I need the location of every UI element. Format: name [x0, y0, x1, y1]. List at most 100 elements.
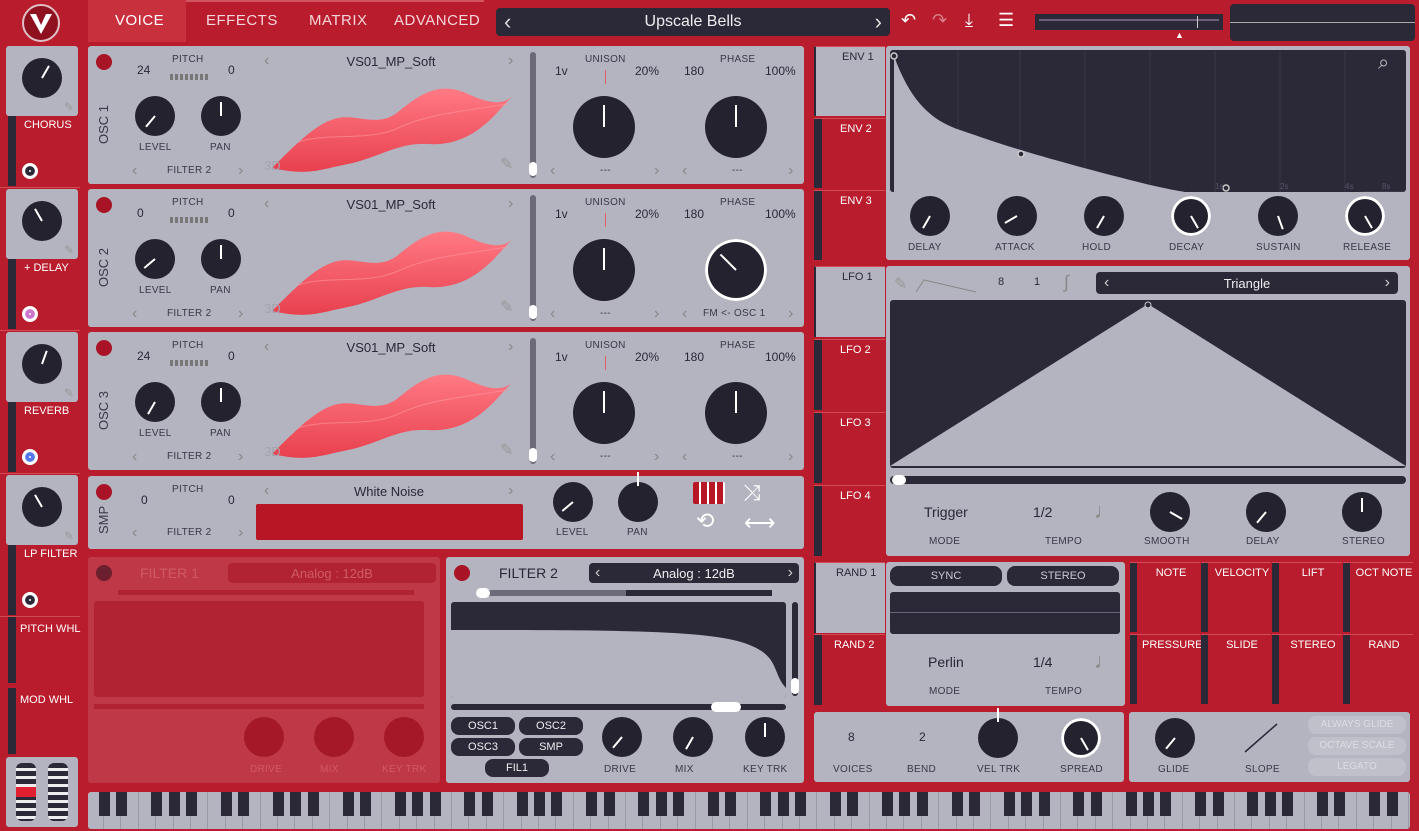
- wavetable-name[interactable]: VS01_MP_Soft: [264, 54, 518, 69]
- slope-curve[interactable]: [1243, 722, 1279, 754]
- lfo-tab-1[interactable]: LFO 1: [814, 266, 885, 337]
- view-3d-label[interactable]: 3D: [264, 444, 281, 459]
- osc-level-slider[interactable]: [530, 338, 536, 464]
- black-key[interactable]: [342, 792, 354, 816]
- rand-stereo-button[interactable]: STEREO: [1007, 566, 1119, 586]
- fx-amount-knob-3[interactable]: [22, 487, 62, 527]
- pitch-coarse[interactable]: 24: [137, 349, 150, 363]
- fx-label-5[interactable]: MOD WHL: [20, 694, 73, 706]
- pitch-fine[interactable]: 0: [228, 206, 235, 220]
- spread-knob[interactable]: [1061, 718, 1101, 758]
- smp-pitch-fine[interactable]: 0: [228, 493, 235, 507]
- smp-enable-toggle[interactable]: [96, 484, 112, 500]
- fx-amount-knob-1[interactable]: [22, 201, 62, 241]
- mod-source-velocity[interactable]: VELOCITY: [1201, 562, 1271, 632]
- filter2-source-osc2[interactable]: OSC2: [519, 717, 583, 735]
- unison-knob[interactable]: [573, 239, 635, 301]
- env-sustain-knob[interactable]: [1258, 196, 1298, 236]
- fx-label-0[interactable]: CHORUS: [24, 119, 72, 131]
- osc-level-slider[interactable]: [530, 195, 536, 321]
- pencil-icon[interactable]: ✎: [64, 243, 74, 257]
- always-glide-button[interactable]: ALWAYS GLIDE: [1308, 716, 1406, 734]
- octave-scale-button[interactable]: OCTAVE SCALE: [1308, 737, 1406, 755]
- black-key[interactable]: [273, 792, 284, 816]
- black-key[interactable]: [412, 792, 424, 816]
- black-key[interactable]: [99, 792, 110, 816]
- phase-random[interactable]: 100%: [765, 64, 796, 78]
- black-key[interactable]: [777, 792, 789, 816]
- fx-label-1[interactable]: + DELAY: [24, 262, 69, 274]
- black-key[interactable]: [1003, 792, 1015, 816]
- lfo-delay-knob[interactable]: [1246, 492, 1286, 532]
- rand-mode-value[interactable]: Perlin: [928, 654, 964, 670]
- black-key[interactable]: [969, 792, 980, 816]
- filter2-drive-knob[interactable]: [602, 717, 642, 757]
- fx-amount-knob-0[interactable]: [22, 58, 62, 98]
- black-key[interactable]: [673, 792, 685, 816]
- preset-selector[interactable]: ‹ Upscale Bells ›: [496, 8, 890, 36]
- pitch-wheel[interactable]: [6, 757, 78, 827]
- bounce-icon[interactable]: ⟷: [744, 512, 776, 534]
- logo[interactable]: [22, 4, 60, 42]
- black-key[interactable]: [220, 792, 232, 816]
- phase-value[interactable]: 180: [684, 350, 704, 364]
- menu-icon[interactable]: ☰: [998, 10, 1014, 31]
- black-key[interactable]: [151, 792, 163, 816]
- black-key[interactable]: [1282, 792, 1294, 816]
- vel-trk-knob[interactable]: [978, 708, 1018, 758]
- osc-enable-toggle[interactable]: [96, 54, 112, 70]
- smp-level-knob[interactable]: [553, 482, 593, 522]
- black-key[interactable]: [1021, 792, 1033, 816]
- env-tab-3[interactable]: ENV 3: [814, 190, 885, 260]
- volume-meter[interactable]: [1035, 14, 1223, 30]
- black-key[interactable]: [760, 792, 772, 816]
- lfo-phase-slider[interactable]: [890, 475, 1406, 485]
- pencil-icon[interactable]: ✎: [64, 529, 74, 543]
- black-key[interactable]: [1195, 792, 1207, 816]
- wavetable-3d-view[interactable]: [268, 358, 518, 458]
- level-knob[interactable]: [135, 382, 175, 422]
- lfo-stereo-knob[interactable]: [1342, 492, 1382, 532]
- lfo-mode-value[interactable]: Trigger: [924, 504, 968, 520]
- phase-mod-source[interactable]: ---: [732, 165, 743, 176]
- pan-knob[interactable]: [201, 96, 241, 136]
- black-key[interactable]: [360, 792, 371, 816]
- black-key[interactable]: [516, 792, 528, 816]
- filter1-enable-toggle[interactable]: [96, 565, 112, 581]
- black-key[interactable]: [238, 792, 250, 816]
- black-key[interactable]: [603, 792, 615, 816]
- wavetable-edit-icon[interactable]: ✎: [500, 154, 513, 174]
- rand-tab-1[interactable]: RAND 1: [814, 562, 885, 633]
- fx-label-3[interactable]: LP FILTER: [24, 548, 77, 560]
- filter2-key-trk-knob[interactable]: [745, 717, 785, 757]
- black-key[interactable]: [951, 792, 963, 816]
- fx-mod-dot-3[interactable]: [22, 592, 38, 608]
- black-key[interactable]: [882, 792, 893, 816]
- black-key[interactable]: [429, 792, 441, 816]
- smp-pitch-coarse[interactable]: 0: [141, 493, 148, 507]
- bend-value[interactable]: 2: [919, 730, 926, 744]
- filter2-mix-knob[interactable]: [673, 717, 713, 757]
- phase-mod-source[interactable]: FM <- OSC 1: [703, 308, 765, 319]
- env-release-knob[interactable]: [1345, 196, 1385, 236]
- phase-knob[interactable]: [705, 239, 767, 301]
- filter1-drive-knob[interactable]: [244, 717, 284, 757]
- osc-destination[interactable]: FILTER 2: [167, 308, 211, 319]
- lfo-tab-3[interactable]: LFO 3: [814, 412, 885, 483]
- black-key[interactable]: [708, 792, 719, 816]
- pitch-coarse[interactable]: 24: [137, 63, 150, 77]
- phase-knob[interactable]: [705, 382, 767, 444]
- loop-icon[interactable]: ⟲: [696, 510, 714, 532]
- unison-detune[interactable]: 20%: [635, 64, 659, 78]
- filter2-source-osc3[interactable]: OSC3: [451, 738, 515, 756]
- legato-button[interactable]: LEGATO: [1308, 758, 1406, 776]
- phase-value[interactable]: 180: [684, 207, 704, 221]
- lfo-tab-2[interactable]: LFO 2: [814, 339, 885, 410]
- pencil-icon[interactable]: ✎: [64, 100, 74, 114]
- env-tab-1[interactable]: ENV 1: [814, 46, 885, 116]
- unison-mode[interactable]: ---: [600, 165, 611, 176]
- wavetable-edit-icon[interactable]: ✎: [500, 440, 513, 460]
- filter2-enable-toggle[interactable]: [454, 565, 470, 581]
- black-key[interactable]: [186, 792, 197, 816]
- phase-value[interactable]: 180: [684, 64, 704, 78]
